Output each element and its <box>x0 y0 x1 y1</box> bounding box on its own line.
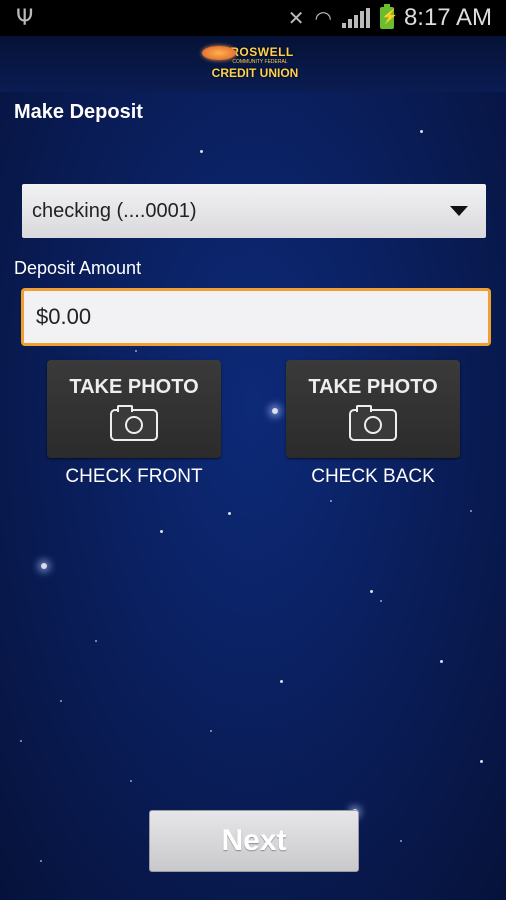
take-photo-label: TAKE PHOTO <box>308 376 438 398</box>
dropdown-arrow-icon <box>450 206 468 216</box>
deposit-amount-input[interactable] <box>21 288 491 346</box>
deposit-amount-label: Deposit Amount <box>14 258 142 278</box>
account-dropdown[interactable]: checking (....0001) <box>22 184 486 238</box>
take-photo-label: TAKE PHOTO <box>69 376 199 398</box>
logo-line-2: COMMUNITY FEDERAL <box>232 59 288 65</box>
logo-line-1: ROSWELL <box>230 45 294 59</box>
camera-icon <box>349 405 397 441</box>
logo-line-3: CREDIT UNION <box>211 66 299 80</box>
credit-union-logo: ROSWELL COMMUNITY FEDERAL CREDIT UNION <box>200 40 310 86</box>
check-back-caption: CHECK BACK <box>311 466 435 487</box>
usb-icon: Ψ <box>16 5 34 31</box>
battery-charging-icon <box>379 4 398 29</box>
ufo-icon <box>202 46 236 60</box>
signal-icon <box>341 8 370 28</box>
mute-icon: ✕ <box>287 6 305 30</box>
status-time: 8:17 AM <box>403 4 492 31</box>
wifi-icon: ◠ <box>314 6 332 30</box>
take-photo-front-button[interactable]: TAKE PHOTO <box>47 360 221 458</box>
take-photo-back-button[interactable]: TAKE PHOTO <box>286 360 460 458</box>
next-button[interactable]: Next <box>149 810 359 872</box>
check-front-caption: CHECK FRONT <box>65 466 203 487</box>
page-title: Make Deposit <box>14 101 143 123</box>
account-dropdown-value: checking (....0001) <box>32 199 197 222</box>
status-bar: Ψ ✕ ◠ 8:17 AM <box>0 0 506 36</box>
camera-icon <box>110 405 158 441</box>
